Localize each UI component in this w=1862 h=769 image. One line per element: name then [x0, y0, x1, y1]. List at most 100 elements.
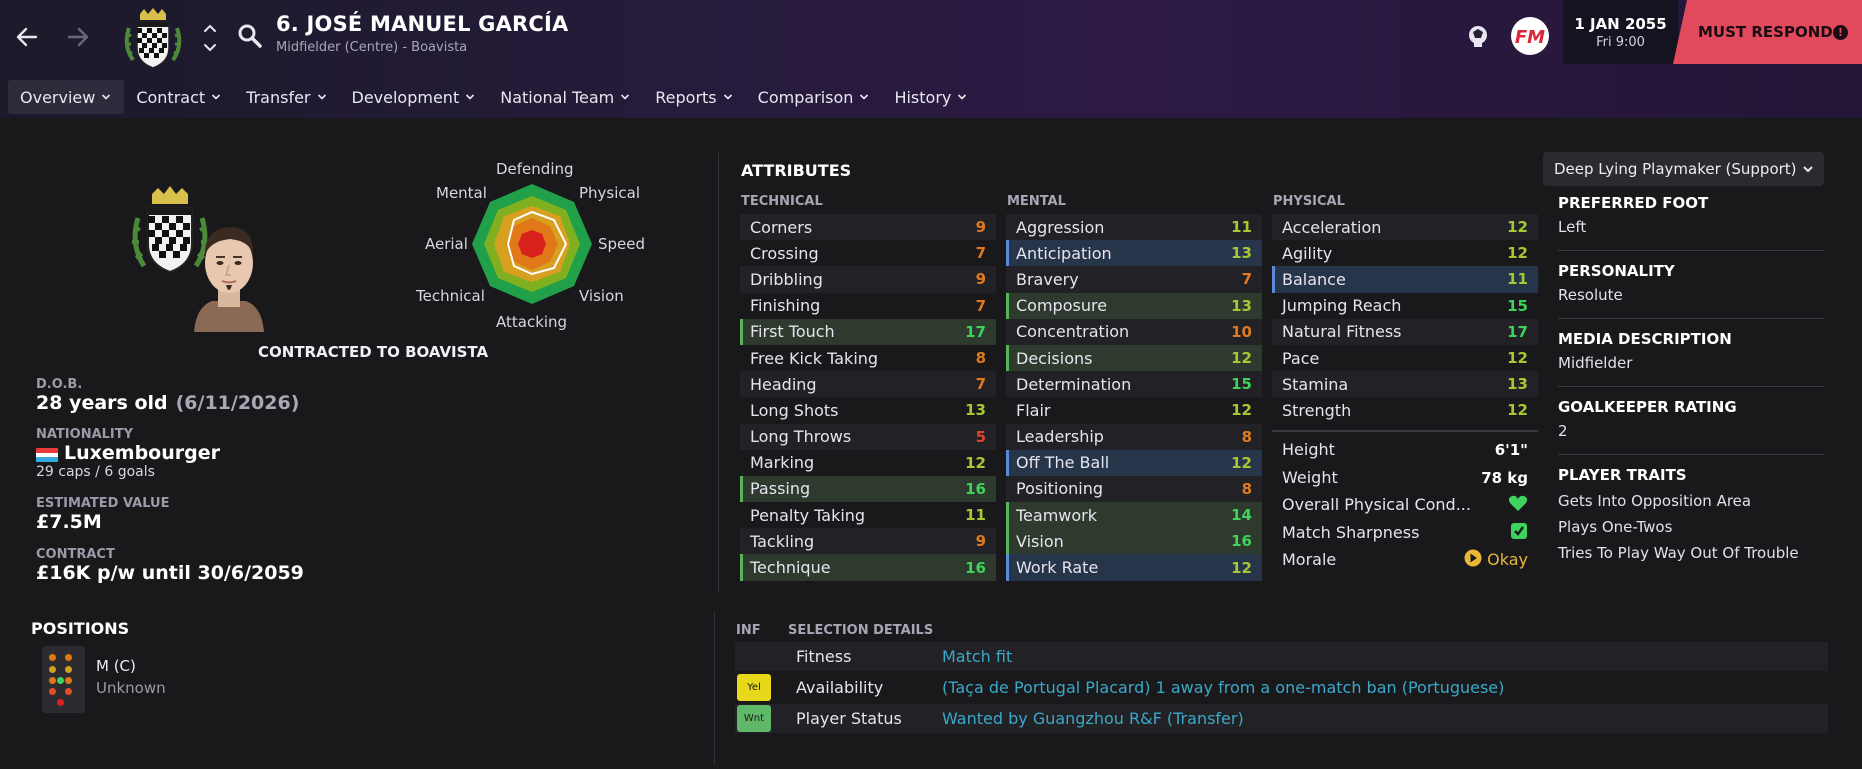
trophy-ball-icon[interactable] — [1465, 23, 1491, 49]
attribute-name: Vision — [1016, 531, 1064, 551]
nationality-value[interactable]: Luxembourger — [64, 442, 220, 464]
position-pitch-icon[interactable] — [42, 646, 85, 713]
attribute-row-pace[interactable]: Pace 12 — [1272, 345, 1538, 371]
date-display[interactable]: 1 JAN 2055 Fri 9:00 — [1563, 0, 1678, 64]
attribute-row-vision[interactable]: Vision 16 — [1006, 528, 1262, 555]
condition-row[interactable]: Overall Physical Cond... — [1272, 491, 1538, 518]
attribute-row-penalty-taking[interactable]: Penalty Taking 11 — [740, 502, 996, 528]
club-badge-icon[interactable] — [123, 6, 183, 70]
attribute-row-heading[interactable]: Heading 7 — [740, 371, 996, 398]
attribute-row-determination[interactable]: Determination 15 — [1006, 371, 1262, 398]
media-value: Midfielder — [1558, 354, 1633, 372]
selection-row-status[interactable]: Wnt Player Status Wanted by Guangzhou R&… — [735, 704, 1828, 733]
back-arrow-icon[interactable] — [10, 20, 44, 54]
selection-value[interactable]: Match fit — [942, 647, 1012, 666]
attribute-row-acceleration[interactable]: Acceleration 12 — [1272, 214, 1538, 241]
attribute-row-stamina[interactable]: Stamina 13 — [1272, 371, 1538, 398]
value-block: ESTIMATED VALUE £7.5M — [36, 496, 170, 533]
attribute-row-free-kick-taking[interactable]: Free Kick Taking 8 — [740, 345, 996, 371]
tab-comparison[interactable]: Comparison — [746, 80, 883, 114]
attribute-row-aggression[interactable]: Aggression 11 — [1006, 214, 1262, 241]
attribute-row-long-throws[interactable]: Long Throws 5 — [740, 423, 996, 450]
attribute-row-decisions[interactable]: Decisions 12 — [1006, 344, 1262, 372]
role-dropdown[interactable]: Deep Lying Playmaker (Support) — [1543, 152, 1824, 186]
tab-label: Contract — [136, 87, 206, 107]
tab-transfer[interactable]: Transfer — [234, 80, 339, 114]
attribute-value: 10 — [1231, 322, 1252, 341]
attribute-row-work-rate[interactable]: Work Rate 12 — [1006, 554, 1262, 581]
sharpness-icon — [1510, 522, 1528, 544]
must-respond-button[interactable]: MUST RESPOND ! — [1673, 0, 1862, 64]
player-title: 6. JOSÉ MANUEL GARCÍA — [276, 12, 569, 36]
tab-development[interactable]: Development — [340, 80, 489, 114]
attribute-row-first-touch[interactable]: First Touch 17 — [740, 318, 996, 345]
attribute-row-marking[interactable]: Marking 12 — [740, 450, 996, 476]
selection-value[interactable]: Wanted by Guangzhou R&F (Transfer) — [942, 709, 1244, 728]
sharpness-row[interactable]: Match Sharpness — [1272, 519, 1538, 546]
attribute-row-dribbling[interactable]: Dribbling 9 — [740, 266, 996, 293]
attribute-row-positioning[interactable]: Positioning 8 — [1006, 475, 1262, 503]
attribute-row-teamwork[interactable]: Teamwork 14 — [1006, 502, 1262, 529]
dob-label: D.O.B. — [36, 377, 83, 392]
attribute-row-agility[interactable]: Agility 12 — [1272, 240, 1538, 266]
attribute-value: 16 — [965, 558, 986, 577]
attribute-row-anticipation[interactable]: Anticipation 13 — [1006, 240, 1262, 267]
tab-overview[interactable]: Overview — [8, 80, 125, 114]
chevron-down-icon — [466, 94, 475, 100]
player-cycle-icon[interactable] — [201, 20, 219, 56]
attribute-value: 13 — [1231, 296, 1252, 315]
selection-row-fitness[interactable]: Fitness Match fit — [735, 642, 1828, 671]
attribute-row-crossing[interactable]: Crossing 7 — [740, 240, 996, 266]
sharpness-label: Match Sharpness — [1282, 523, 1420, 542]
attribute-name: Tackling — [750, 531, 815, 551]
column-divider — [718, 153, 719, 593]
attribute-value: 12 — [965, 453, 986, 472]
attribute-row-passing[interactable]: Passing 16 — [740, 475, 996, 503]
attribute-value: 7 — [975, 244, 986, 263]
fm-logo-icon[interactable]: FM — [1510, 16, 1550, 56]
contract-block: CONTRACT £16K p/w until 30/6/2059 — [36, 547, 304, 584]
tab-national-team[interactable]: National Team — [488, 80, 643, 114]
morale-row[interactable]: Morale Okay — [1272, 546, 1538, 573]
tab-contract[interactable]: Contract — [124, 80, 234, 114]
attribute-row-finishing[interactable]: Finishing 7 — [740, 293, 996, 319]
technical-heading: TECHNICAL — [741, 194, 823, 209]
attribute-row-leadership[interactable]: Leadership 8 — [1006, 423, 1262, 450]
nationality-block: NATIONALITY Luxembourger 29 caps / 6 goa… — [36, 427, 220, 480]
search-icon[interactable] — [236, 22, 264, 50]
inf-heading: INF — [736, 623, 761, 638]
attribute-value: 5 — [975, 427, 986, 446]
attribute-name: Work Rate — [1016, 558, 1099, 578]
attribute-row-balance[interactable]: Balance 11 — [1272, 266, 1538, 293]
attribute-name: Strength — [1282, 400, 1352, 420]
tab-reports[interactable]: Reports — [643, 80, 745, 114]
attribute-row-bravery[interactable]: Bravery 7 — [1006, 266, 1262, 293]
goalkeeper-rating: GOALKEEPER RATING 2 — [1558, 398, 1824, 440]
attribute-value: 13 — [1231, 244, 1252, 263]
value-label: ESTIMATED VALUE — [36, 496, 170, 511]
attribute-row-jumping-reach[interactable]: Jumping Reach 15 — [1272, 293, 1538, 319]
attribute-value: 9 — [975, 270, 986, 289]
selection-value[interactable]: (Taça de Portugal Placard) 1 away from a… — [942, 678, 1504, 697]
attribute-row-concentration[interactable]: Concentration 10 — [1006, 318, 1262, 345]
forward-arrow-icon[interactable] — [61, 20, 95, 54]
player-traits: PLAYER TRAITS Gets Into Opposition Area … — [1558, 466, 1824, 562]
condition-label: Overall Physical Cond... — [1282, 495, 1471, 514]
selection-row-availability[interactable]: Yel Availability (Taça de Portugal Placa… — [735, 673, 1828, 702]
attribute-row-flair[interactable]: Flair 12 — [1006, 397, 1262, 423]
attribute-value: 11 — [965, 506, 986, 525]
tab-history[interactable]: History — [882, 80, 980, 114]
attribute-row-long-shots[interactable]: Long Shots 13 — [740, 397, 996, 423]
attribute-row-natural-fitness[interactable]: Natural Fitness 17 — [1272, 318, 1538, 345]
attribute-row-strength[interactable]: Strength 12 — [1272, 397, 1538, 423]
trait-item: Tries To Play Way Out Of Trouble — [1558, 544, 1799, 562]
attribute-row-corners[interactable]: Corners 9 — [740, 214, 996, 241]
attribute-row-tackling[interactable]: Tackling 9 — [740, 528, 996, 555]
attribute-name: Technique — [750, 558, 831, 578]
attribute-row-off-the-ball[interactable]: Off The Ball 12 — [1006, 449, 1262, 476]
attribute-value: 11 — [1507, 270, 1528, 289]
personality-value: Resolute — [1558, 286, 1623, 304]
attribute-row-composure[interactable]: Composure 13 — [1006, 292, 1262, 319]
divider — [1558, 250, 1824, 251]
attribute-row-technique[interactable]: Technique 16 — [740, 554, 996, 581]
